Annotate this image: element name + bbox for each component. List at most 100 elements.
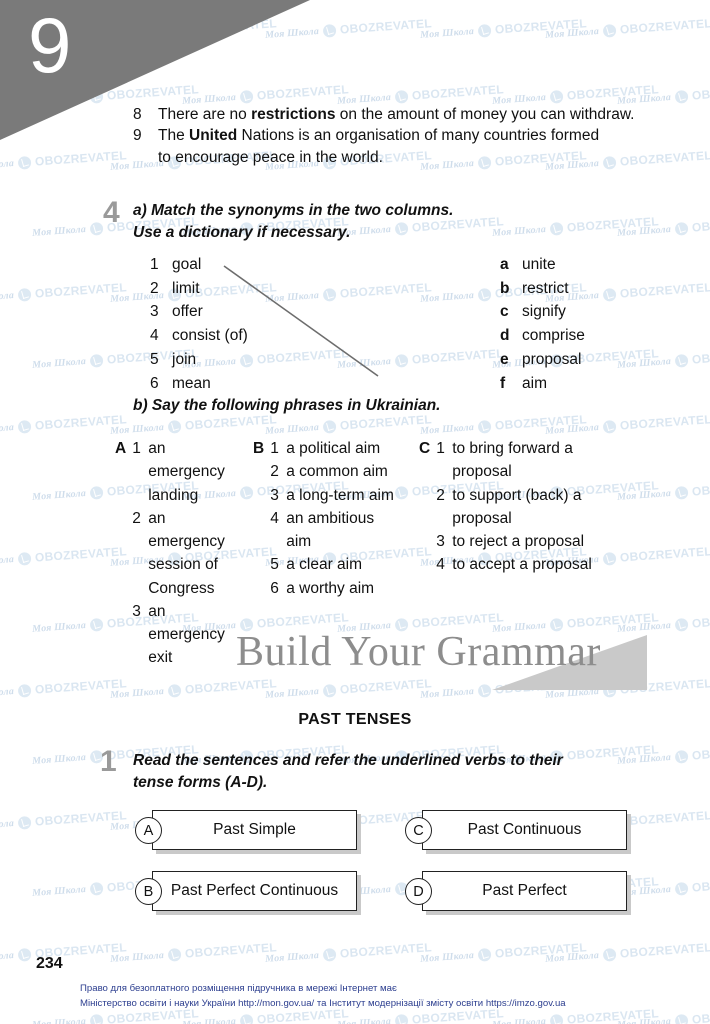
synonym-label: offer: [172, 303, 203, 321]
grammar-section-header: Build Your Grammar: [0, 628, 710, 690]
synonym-label: restrict: [522, 279, 569, 297]
phrase-item: 4 to accept a proposal: [436, 553, 599, 576]
synonym-label: signify: [522, 303, 566, 321]
synonym-row[interactable]: b restrict: [500, 277, 610, 301]
phrase-item-number: 4: [270, 509, 279, 527]
tense-label-box[interactable]: Past Continuous: [422, 810, 627, 850]
phrase-item: 1 to bring forward a proposal: [436, 437, 599, 484]
footer-line-1: Право для безоплатного розміщення підруч…: [80, 983, 397, 994]
phrase-item-number: 2: [132, 509, 141, 527]
phrase-item-text: to reject a proposal: [452, 533, 585, 550]
synonym-key: d: [500, 327, 510, 345]
synonym-label: proposal: [522, 350, 582, 368]
phrase-item-number: 1: [270, 440, 279, 457]
phrase-item-text: a political aim: [286, 440, 381, 457]
phrase-item-number: 5: [270, 556, 279, 574]
synonym-row[interactable]: 2 limit: [150, 277, 380, 301]
sentence-row: 8 There are no restrictions on the amount…: [133, 104, 693, 125]
sentence-number: 8: [133, 106, 142, 123]
phrase-item: 1 a political aim: [270, 437, 403, 460]
phrase-item-text: to accept a proposal: [452, 556, 592, 574]
tense-letter-badge: B: [135, 878, 162, 905]
exercise-4-number: 4: [103, 196, 120, 229]
phrase-item-text: a long-term aim: [286, 486, 394, 504]
synonym-label: aim: [522, 374, 547, 392]
footer-line-2: Міністерство освіти і науки України http…: [80, 997, 566, 1009]
synonym-label: unite: [522, 256, 556, 273]
phrase-item: 2 an emergency session of Congress: [132, 507, 235, 600]
phrase-item: 1 an emergency landing: [132, 437, 235, 507]
phrase-item-number: 1: [436, 440, 445, 457]
synonym-row[interactable]: 5 join: [150, 348, 380, 372]
tense-option-d[interactable]: Past Perfect D: [405, 871, 675, 913]
synonym-row[interactable]: e proposal: [500, 348, 610, 372]
phrase-item: 2 to support (back) a proposal: [436, 484, 599, 531]
phrase-item-text: an ambitious aim: [286, 509, 375, 550]
synonym-key: a: [500, 256, 509, 273]
synonym-key: 5: [150, 350, 159, 368]
sentence-text: The United Nations is an organisation of…: [158, 127, 600, 145]
footer-note: Право для безоплатного розміщення підруч…: [80, 982, 690, 1012]
grammar-subtitle: PAST TENSES: [298, 711, 412, 728]
phrase-item: 6 a worthy aim: [270, 577, 403, 600]
phrase-item-number: 2: [270, 463, 279, 481]
tense-label-box[interactable]: Past Perfect: [422, 871, 627, 911]
tense-option-a[interactable]: Past Simple A: [135, 810, 405, 852]
grammar-section-title: Build Your Grammar: [236, 629, 601, 675]
phrase-item: 4 an ambitious aim: [270, 507, 403, 554]
synonym-label: join: [172, 350, 197, 368]
sentence-number: 9: [133, 127, 142, 145]
phrase-item-text: an emergency landing: [148, 440, 225, 504]
synonym-row[interactable]: a unite: [500, 253, 610, 277]
synonym-key: 4: [150, 327, 159, 345]
tense-letter-badge: A: [135, 817, 162, 844]
synonym-key: e: [500, 350, 509, 368]
tense-letter-badge: C: [405, 817, 432, 844]
exercise-1-instruction: Read the sentences and refer the underli…: [133, 750, 633, 795]
page-content: 9 8 There are no restrictions on the amou…: [0, 0, 710, 1024]
synonym-row[interactable]: d comprise: [500, 324, 610, 348]
tense-label-box[interactable]: Past Perfect Continuous: [152, 871, 357, 911]
phrase-item: 3 a long-term aim: [270, 484, 403, 507]
phrase-item-text: a worthy aim: [286, 579, 375, 597]
synonym-right-column: a unite b restrict c signify d comprise e proposa…: [380, 253, 610, 395]
synonym-key: f: [500, 374, 506, 392]
phrase-item-text: to bring forward a proposal: [452, 440, 573, 481]
synonym-key: 3: [150, 303, 159, 321]
synonym-key: 1: [150, 256, 159, 273]
sentence-list: 8 There are no restrictions on the amount…: [133, 104, 693, 168]
synonym-row[interactable]: 3 offer: [150, 300, 380, 324]
exercise-4b-instruction: b) Say the following phrases in Ukrainia…: [133, 397, 441, 414]
page-number: 234: [36, 955, 63, 972]
synonym-row[interactable]: c signify: [500, 300, 610, 324]
phrase-item: 2 a common aim: [270, 460, 403, 483]
phrase-item-number: 1: [132, 440, 141, 457]
synonym-row[interactable]: f aim: [500, 372, 610, 396]
tense-letter-badge: D: [405, 878, 432, 905]
synonym-match-block: 1 goal 2 limit 3 offer 4 consist (of) 5 join 6 mean…: [150, 253, 610, 395]
exercise-1-number: 1: [100, 745, 117, 778]
exercise-4-instruction-line1: a) Match the synonyms in the two columns…: [133, 202, 454, 219]
phrase-item-text: to support (back) a proposal: [452, 486, 582, 527]
phrase-item-text: a common aim: [286, 463, 388, 481]
synonym-left-column: 1 goal 2 limit 3 offer 4 consist (of) 5 join 6 mean: [150, 253, 380, 395]
phrase-item-text: a clear aim: [286, 556, 363, 574]
phrase-item: 3 to reject a proposal: [436, 530, 599, 553]
synonym-key: b: [500, 279, 510, 297]
exercise-4-instruction: a) Match the synonyms in the two columns…: [133, 200, 453, 244]
tense-label-box[interactable]: Past Simple: [152, 810, 357, 850]
synonym-key: c: [500, 303, 509, 321]
tense-option-c[interactable]: Past Continuous C: [405, 810, 675, 852]
sentence-text: There are no restrictions on the amount …: [158, 106, 635, 123]
sentence-row: 9 The United Nations is an organisation o…: [133, 125, 693, 146]
synonym-row[interactable]: 4 consist (of): [150, 324, 380, 348]
synonym-key: 2: [150, 279, 159, 297]
synonym-row[interactable]: 1 goal: [150, 253, 380, 277]
phrase-item-number: 4: [436, 556, 445, 574]
synonym-label: limit: [172, 279, 200, 297]
sentence-continuation: to encourage peace in the world.: [158, 148, 383, 166]
synonym-label: mean: [172, 374, 211, 392]
synonym-row[interactable]: 6 mean: [150, 372, 380, 396]
chapter-number: 9: [28, 1, 72, 89]
tense-option-b[interactable]: Past Perfect Continuous B: [135, 871, 405, 913]
